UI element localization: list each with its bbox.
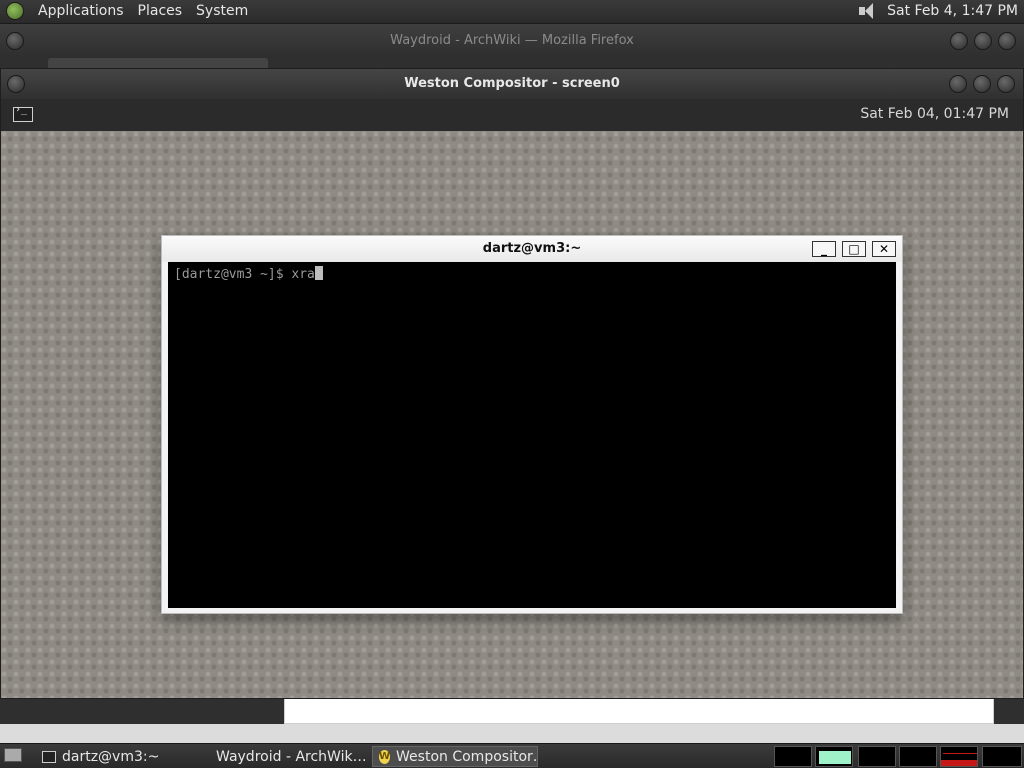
weston-close-button[interactable] xyxy=(997,75,1015,93)
gnome-foot-icon[interactable] xyxy=(6,2,24,20)
workspace-1[interactable] xyxy=(774,746,812,767)
workspace-2[interactable] xyxy=(815,746,853,767)
weston-window: Weston Compositor - screen0 Sat Feb 04, … xyxy=(0,68,1024,699)
terminal-title: dartz@vm3:~ xyxy=(482,241,582,256)
firefox-window-title: Waydroid - ArchWiki — Mozilla Firefox xyxy=(390,33,634,48)
weston-desktop-background: dartz@vm3:~ _ □ ✕ [dartz@vm3 ~]$ xra xyxy=(1,131,1023,698)
terminal-maximize-button[interactable]: □ xyxy=(842,241,866,257)
firefox-minimize-button[interactable] xyxy=(950,32,968,50)
weston-maximize-button[interactable] xyxy=(973,75,991,93)
show-desktop-icon[interactable] xyxy=(4,748,22,762)
workspace-3[interactable] xyxy=(858,746,896,767)
terminal-body[interactable]: [dartz@vm3 ~]$ xra xyxy=(168,262,896,608)
firefox-maximize-button[interactable] xyxy=(974,32,992,50)
firefox-tab-stub[interactable] xyxy=(48,58,268,68)
top-panel-clock[interactable]: Sat Feb 4, 1:47 PM xyxy=(887,3,1018,19)
places-menu[interactable]: Places xyxy=(138,3,183,19)
workspace-window-preview xyxy=(941,760,977,766)
workspace-5[interactable] xyxy=(940,746,978,767)
volume-icon[interactable] xyxy=(857,2,877,20)
system-menu[interactable]: System xyxy=(196,3,248,19)
workspace-window-preview xyxy=(819,751,851,764)
weston-icon: W xyxy=(379,749,391,764)
weston-window-title: Weston Compositor - screen0 xyxy=(404,76,620,91)
taskbar-item-terminal[interactable]: dartz@vm3:~ xyxy=(36,746,201,767)
terminal-launcher-icon[interactable] xyxy=(13,104,33,122)
firefox-close-button[interactable] xyxy=(998,32,1016,50)
terminal-prompt: [dartz@vm3 ~]$ xyxy=(174,267,292,282)
weston-minimize-button[interactable] xyxy=(949,75,967,93)
applications-menu[interactable]: Applications xyxy=(38,3,124,19)
terminal-close-button[interactable]: ✕ xyxy=(872,241,896,257)
taskbar-item-label: Waydroid - ArchWik… xyxy=(216,748,367,765)
terminal-window: dartz@vm3:~ _ □ ✕ [dartz@vm3 ~]$ xra xyxy=(161,235,903,614)
top-panel: Applications Places System Sat Feb 4, 1:… xyxy=(0,0,1024,24)
workspace-4[interactable] xyxy=(899,746,937,767)
weston-window-menu-icon[interactable] xyxy=(7,75,25,93)
terminal-minimize-button[interactable]: _ xyxy=(812,241,836,257)
terminal-titlebar[interactable]: dartz@vm3:~ _ □ ✕ xyxy=(162,236,902,262)
workspace-6[interactable] xyxy=(982,746,1022,767)
workspace-window-preview xyxy=(943,753,977,754)
weston-panel: Sat Feb 04, 01:47 PM xyxy=(1,99,1023,131)
terminal-input-text: xra xyxy=(291,267,315,282)
taskbar-item-weston[interactable]: W Weston Compositor… xyxy=(372,746,538,767)
taskbar-item-label: Weston Compositor… xyxy=(396,748,538,765)
terminal-cursor xyxy=(314,266,323,280)
firefox-titlebar[interactable]: Waydroid - ArchWiki — Mozilla Firefox xyxy=(0,24,1024,58)
weston-clock: Sat Feb 04, 01:47 PM xyxy=(860,106,1009,122)
terminal-icon xyxy=(42,750,56,763)
weston-titlebar[interactable]: Weston Compositor - screen0 xyxy=(1,69,1023,99)
taskbar-item-label: dartz@vm3:~ xyxy=(62,748,160,765)
bottom-taskbar: dartz@vm3:~ Waydroid - ArchWik… W Weston… xyxy=(0,743,1024,768)
taskbar-item-firefox[interactable]: Waydroid - ArchWik… xyxy=(204,746,370,767)
firefox-window-menu-icon[interactable] xyxy=(6,32,24,50)
